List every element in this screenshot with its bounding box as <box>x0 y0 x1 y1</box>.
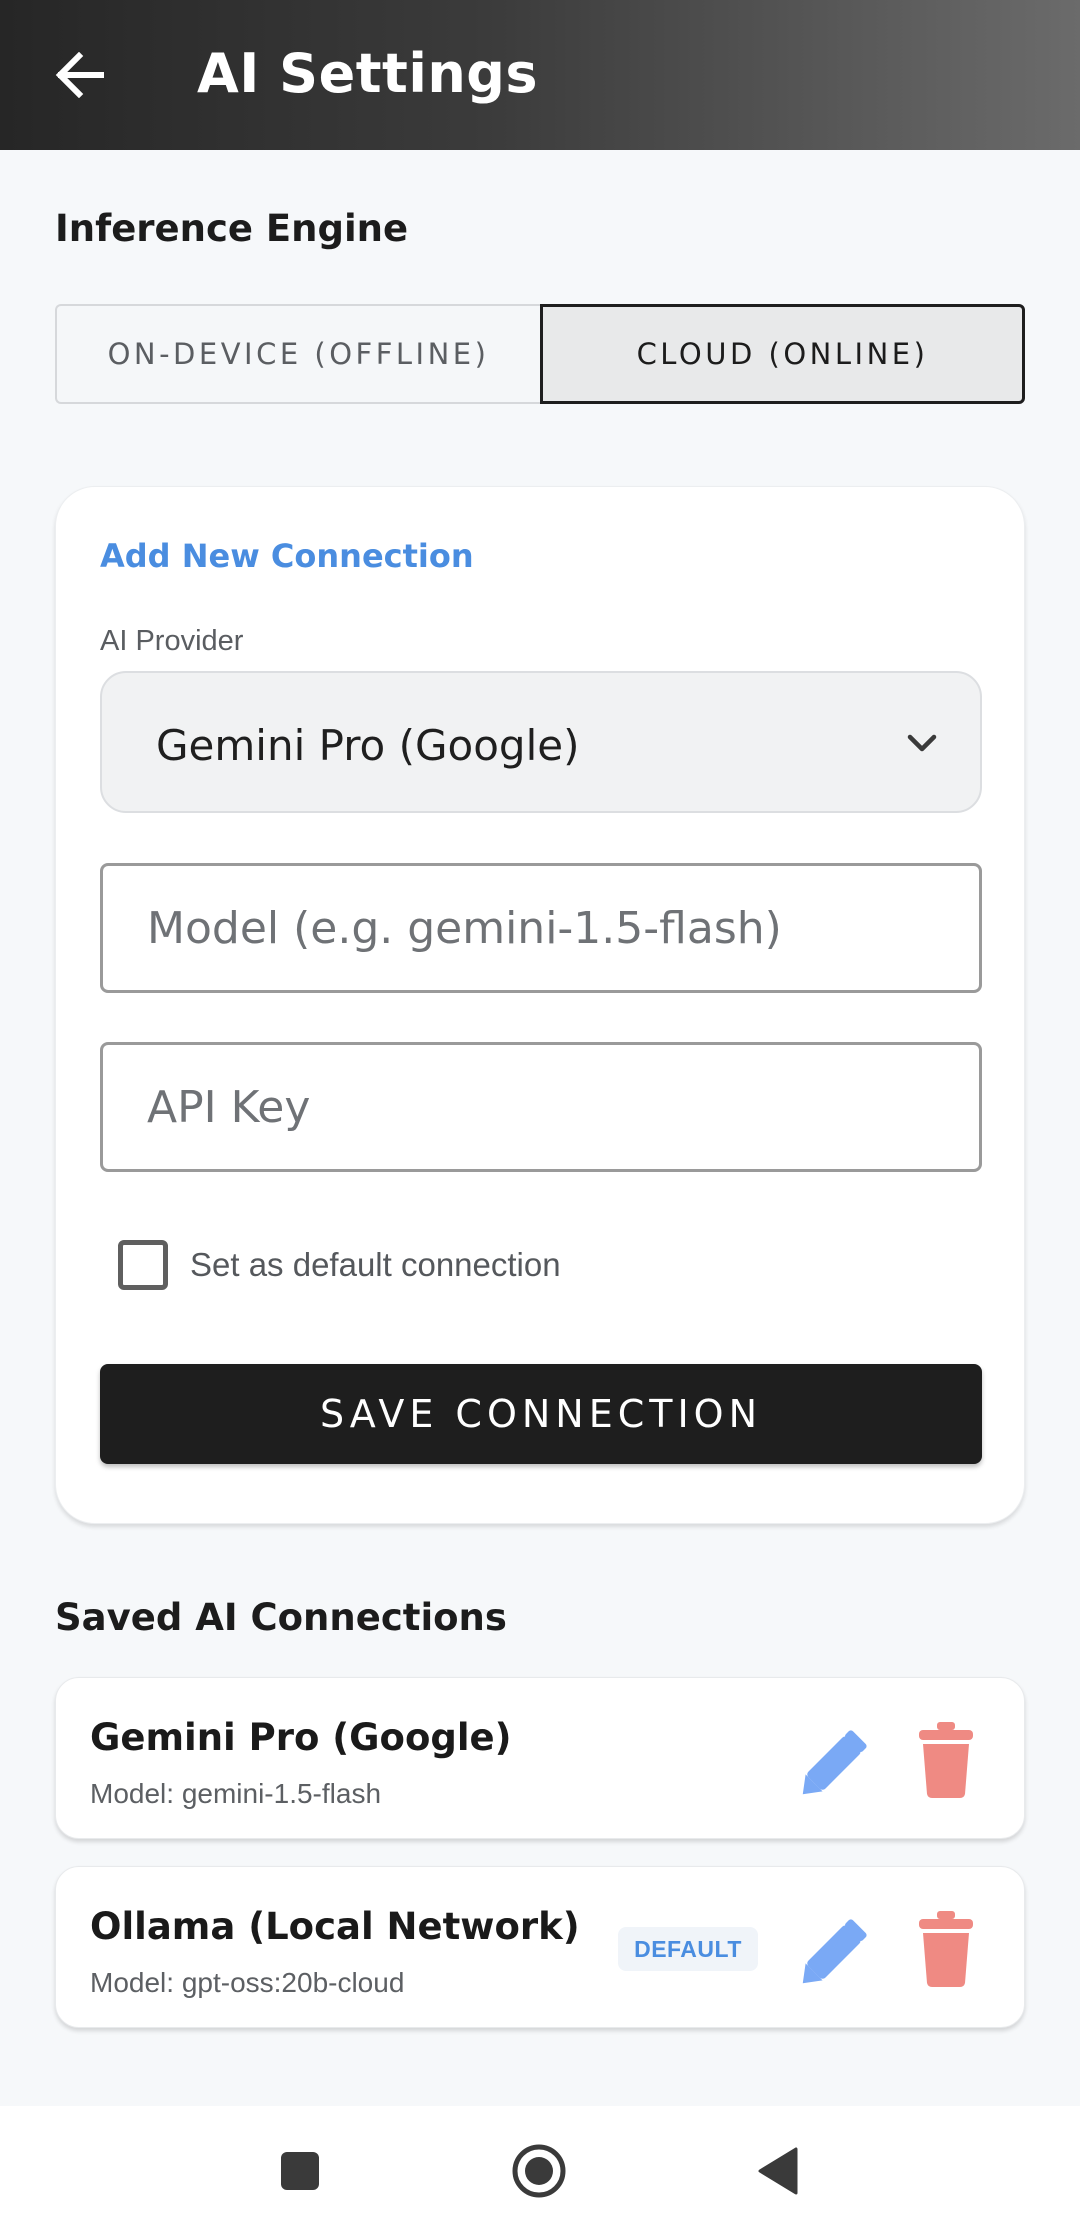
provider-label: AI Provider <box>100 625 244 657</box>
app-bar: AI Settings <box>0 0 1080 150</box>
saved-connections-title: Saved AI Connections <box>55 1596 507 1639</box>
edit-connection-button[interactable] <box>791 1716 881 1806</box>
trash-icon <box>919 1722 973 1798</box>
api-key-input[interactable] <box>100 1042 982 1172</box>
toggle-on-device[interactable]: ON-DEVICE (OFFLINE) <box>55 304 540 404</box>
inference-engine-title: Inference Engine <box>55 207 409 250</box>
connection-name: Ollama (Local Network) <box>90 1905 580 1948</box>
default-connection-label: Set as default connection <box>190 1246 561 1283</box>
chevron-down-icon <box>907 734 937 752</box>
add-connection-card: Add New Connection AI Provider Gemini Pr… <box>55 486 1025 1524</box>
recents-button[interactable] <box>270 2141 330 2201</box>
provider-select[interactable]: Gemini Pro (Google) <box>100 671 982 813</box>
default-badge: DEFAULT <box>618 1927 758 1971</box>
edit-connection-button[interactable] <box>791 1905 881 1995</box>
connection-name: Gemini Pro (Google) <box>90 1716 512 1759</box>
connection-card[interactable]: Ollama (Local Network) Model: gpt-oss:20… <box>55 1866 1025 2028</box>
triangle-back-icon <box>758 2147 798 2195</box>
add-connection-heading: Add New Connection <box>100 537 474 575</box>
connection-model: Model: gpt-oss:20b-cloud <box>90 1967 405 1998</box>
pencil-icon <box>802 1919 867 1984</box>
toggle-cloud[interactable]: CLOUD (ONLINE) <box>540 304 1025 404</box>
square-recents-icon <box>281 2152 319 2190</box>
circle-home-icon <box>512 2144 566 2198</box>
delete-connection-button[interactable] <box>911 1909 981 1989</box>
default-connection-checkbox[interactable] <box>118 1240 168 1290</box>
delete-connection-button[interactable] <box>911 1720 981 1800</box>
page-title: AI Settings <box>197 42 539 105</box>
back-button[interactable] <box>40 35 120 115</box>
connection-model: Model: gemini-1.5-flash <box>90 1778 382 1809</box>
trash-icon <box>919 1911 973 1987</box>
inference-engine-toggle: ON-DEVICE (OFFLINE) CLOUD (ONLINE) <box>55 304 1025 404</box>
nav-back-button[interactable] <box>748 2141 808 2201</box>
provider-select-value: Gemini Pro (Google) <box>156 721 580 770</box>
default-connection-row[interactable]: Set as default connection <box>118 1235 561 1295</box>
pencil-icon <box>802 1730 867 1795</box>
model-input[interactable] <box>100 863 982 993</box>
arrow-left-icon <box>55 52 104 98</box>
home-button[interactable] <box>509 2141 569 2201</box>
system-nav-bar <box>0 2106 1080 2236</box>
save-connection-button[interactable]: SAVE CONNECTION <box>100 1364 982 1464</box>
connection-card[interactable]: Gemini Pro (Google) Model: gemini-1.5-fl… <box>55 1677 1025 1839</box>
